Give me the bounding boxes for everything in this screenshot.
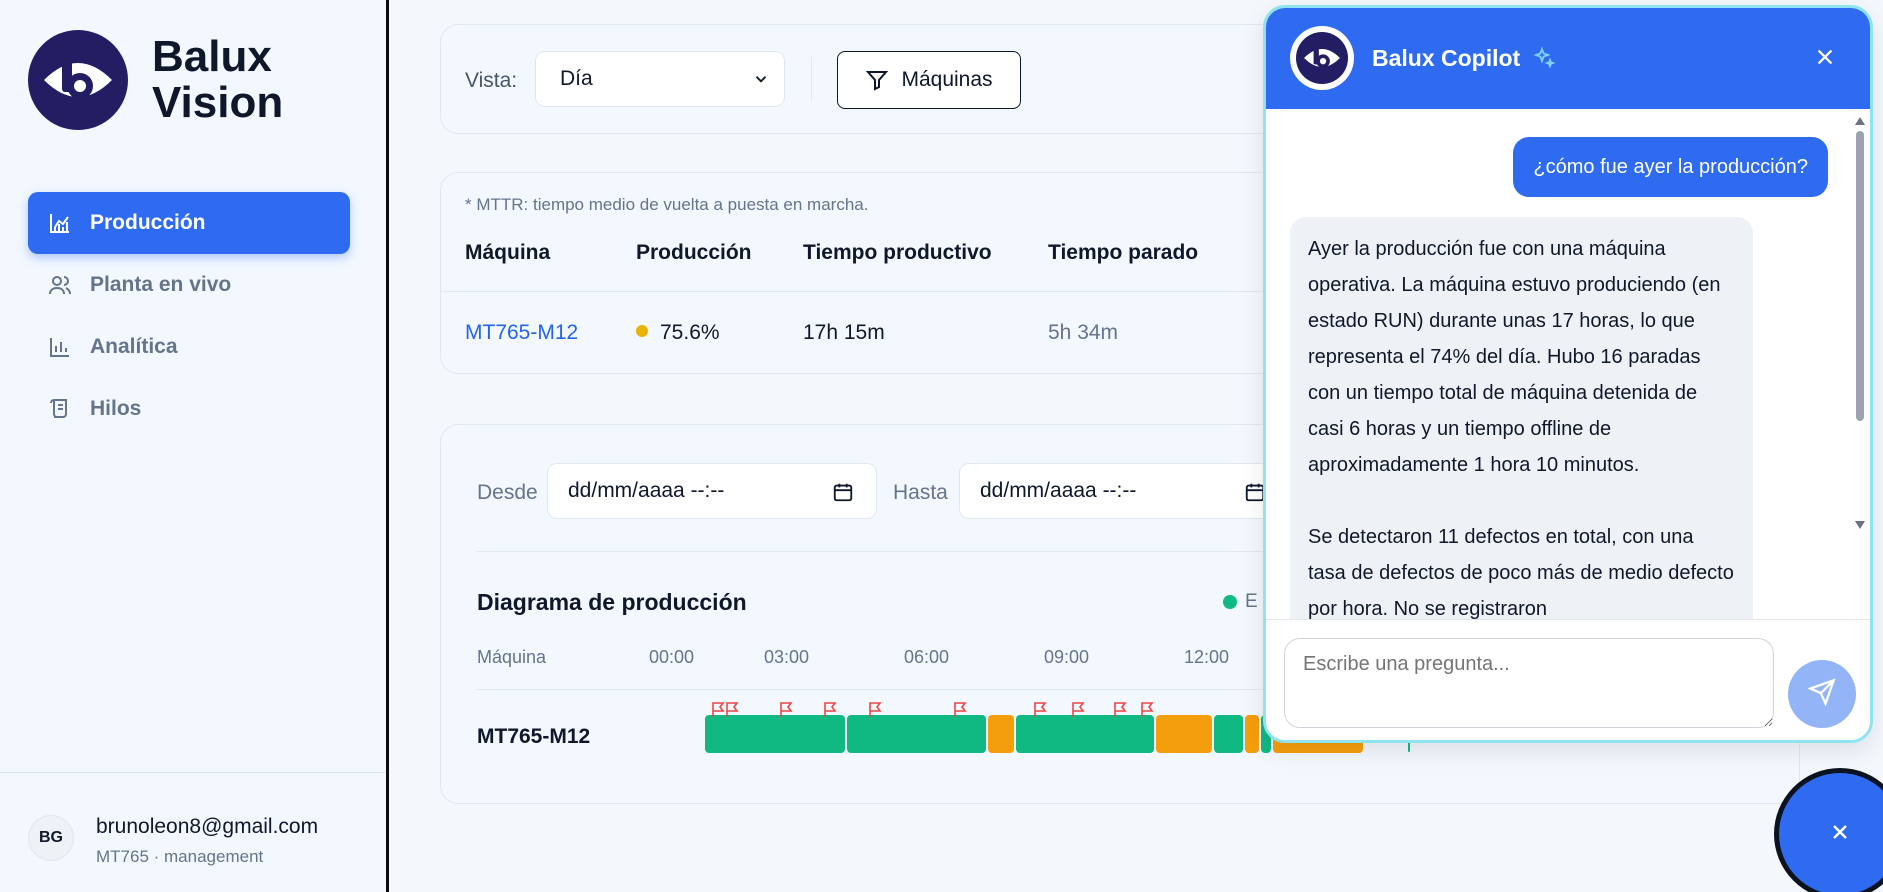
flag-icon	[869, 702, 882, 717]
divider	[811, 57, 812, 101]
vista-select[interactable]: Día	[535, 51, 785, 107]
scroll-icon	[46, 395, 74, 423]
scroll-up-arrow-icon[interactable]	[1855, 117, 1865, 125]
time-tick: 06:00	[904, 647, 950, 667]
close-icon	[1828, 820, 1852, 849]
balux-logo-icon	[1296, 32, 1348, 84]
calendar-icon[interactable]	[832, 481, 854, 509]
time-tick: 00:00	[649, 647, 695, 667]
run-segment	[847, 715, 986, 753]
flag-icon	[1034, 702, 1047, 717]
sparkles-icon	[1532, 46, 1556, 75]
bar-chart-icon	[46, 333, 74, 361]
desde-date-input[interactable]: dd/mm/aaaa --:--	[547, 463, 877, 519]
chat-composer	[1266, 619, 1870, 740]
brand[interactable]: Balux Vision	[28, 30, 283, 130]
filter-icon	[865, 68, 889, 92]
flag-icon	[824, 702, 837, 717]
send-button[interactable]	[1788, 660, 1856, 728]
sidebar: Balux Vision Producción Planta en vivo A…	[0, 0, 389, 892]
avatar: BG	[28, 815, 74, 861]
user-email: brunoleon8@gmail.com	[96, 815, 319, 838]
timeline-machine-label: MT765-M12	[477, 725, 591, 748]
legend-label: E	[1245, 591, 1258, 612]
column-header-stopped-time: Tiempo parado	[1048, 241, 1199, 264]
vista-select-value: Día	[560, 67, 593, 90]
nav-item-label: Hilos	[90, 397, 142, 420]
chat-header: Balux Copilot	[1266, 8, 1870, 109]
column-header-productive-time: Tiempo productivo	[803, 241, 992, 264]
stopped-time-value: 5h 34m	[1048, 321, 1119, 344]
main-nav: Producción Planta en vivo Analítica Hilo…	[28, 192, 350, 440]
productive-time-value: 17h 15m	[803, 321, 885, 344]
run-segment	[1016, 715, 1154, 753]
desde-label: Desde	[477, 481, 538, 504]
production-summary-table: * MTTR: tiempo medio de vuelta a puesta …	[440, 172, 1340, 374]
divider	[441, 291, 1339, 292]
flag-icon	[1141, 702, 1154, 717]
vista-label: Vista:	[465, 69, 518, 92]
column-header-production: Producción	[636, 241, 752, 264]
chat-title: Balux Copilot	[1372, 45, 1521, 71]
stop-segment	[1245, 715, 1259, 753]
nav-item-analitica[interactable]: Analítica	[28, 316, 350, 378]
run-segment	[705, 715, 845, 753]
close-icon[interactable]	[1814, 46, 1836, 73]
copilot-chat-panel: Balux Copilot ¿cómo fue ayer la producci…	[1263, 5, 1873, 743]
legend-run-dot	[1223, 595, 1237, 609]
nav-item-hilos[interactable]: Hilos	[28, 378, 350, 440]
assistant-paragraph: Se detectaron 11 defectos en total, con …	[1308, 526, 1734, 619]
nav-item-label: Producción	[90, 211, 206, 234]
chevron-down-icon	[752, 70, 770, 94]
flag-icon	[726, 702, 739, 717]
diagram-title: Diagrama de producción	[477, 589, 747, 615]
time-tick: 12:00	[1184, 647, 1230, 667]
chat-scrollbar[interactable]	[1854, 117, 1866, 529]
chat-messages: ¿cómo fue ayer la producción? Ayer la pr…	[1266, 109, 1870, 619]
stop-segment	[1156, 715, 1212, 753]
run-segment	[1214, 715, 1243, 753]
defect-flags	[712, 702, 1154, 717]
machines-filter-button[interactable]: Máquinas	[837, 51, 1021, 109]
machine-column-label: Máquina	[477, 647, 547, 667]
nav-item-label: Analítica	[90, 335, 178, 358]
user-message: ¿cómo fue ayer la producción?	[1513, 137, 1828, 197]
view-toolbar: Vista: Día Máquinas	[440, 24, 1340, 134]
flag-icon	[1114, 702, 1127, 717]
hasta-label: Hasta	[893, 481, 948, 504]
mttr-note: * MTTR: tiempo medio de vuelta a puesta …	[465, 195, 869, 214]
flag-icon	[1072, 702, 1085, 717]
filter-button-label: Máquinas	[901, 68, 993, 91]
nav-item-planta-en-vivo[interactable]: Planta en vivo	[28, 254, 350, 316]
copilot-avatar	[1290, 26, 1354, 90]
flag-icon	[954, 702, 967, 717]
balux-logo-icon	[28, 30, 128, 130]
scroll-thumb[interactable]	[1856, 131, 1864, 421]
scroll-down-arrow-icon[interactable]	[1855, 521, 1865, 529]
brand-name: Balux Vision	[152, 32, 284, 127]
send-icon	[1807, 677, 1836, 711]
status-dot	[636, 325, 648, 338]
flag-icon	[780, 702, 793, 717]
user-role: MT765 · management	[96, 847, 264, 866]
nav-item-produccion[interactable]: Producción	[28, 192, 350, 254]
chart-area-icon	[46, 209, 74, 237]
users-icon	[46, 271, 74, 299]
assistant-paragraph: Ayer la producción fue con una máquina o…	[1308, 238, 1721, 476]
flag-icon	[712, 702, 725, 717]
time-tick: 09:00	[1044, 647, 1090, 667]
assistant-message: Ayer la producción fue con una máquina o…	[1290, 217, 1753, 619]
chat-input[interactable]	[1284, 638, 1774, 728]
time-tick: 03:00	[764, 647, 810, 667]
column-header-machine: Máquina	[465, 241, 551, 264]
stop-segment	[988, 715, 1014, 753]
nav-item-label: Planta en vivo	[90, 273, 232, 296]
production-percentage: 75.6%	[636, 321, 720, 345]
user-panel[interactable]: BG brunoleon8@gmail.com MT765 · manageme…	[0, 772, 386, 892]
hasta-date-input[interactable]: dd/mm/aaaa --:--	[959, 463, 1289, 519]
machine-link[interactable]: MT765-M12	[465, 321, 578, 345]
